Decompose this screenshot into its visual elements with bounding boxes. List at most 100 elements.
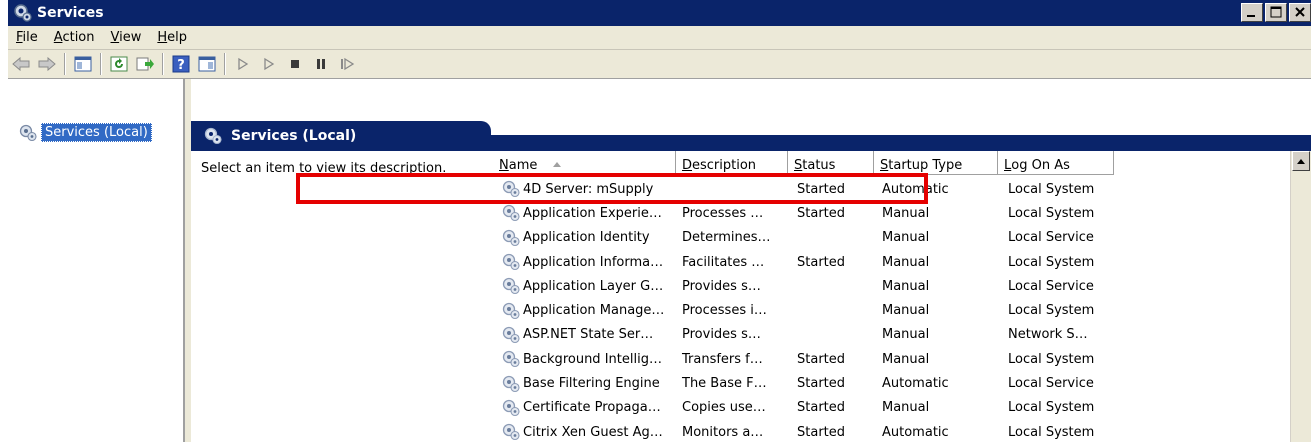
service-status-cell: Started: [797, 254, 846, 270]
column-header-status[interactable]: Status: [788, 151, 874, 175]
console-tree: Services (Local): [8, 79, 185, 442]
title-bar[interactable]: Services: [8, 0, 1311, 26]
properties-icon: [198, 56, 216, 72]
column-header-log-on-as[interactable]: Log On As: [998, 151, 1114, 175]
service-log-on-as-cell: Local System: [1008, 351, 1095, 367]
refresh-icon: [110, 56, 128, 72]
service-startup-type-cell: Manual: [882, 351, 930, 367]
service-gear-icon: [502, 229, 520, 246]
service-name-cell: Application Experie…: [493, 204, 676, 222]
service-status-cell: Started: [797, 205, 846, 221]
service-log-on-as-cell: Local System: [1008, 181, 1095, 197]
back-button[interactable]: [10, 53, 32, 75]
service-log-on-as-cell: Local System: [1008, 424, 1095, 440]
help-button[interactable]: ?: [170, 53, 192, 75]
service-startup-type-cell: Manual: [882, 230, 930, 246]
start-service-icon: [238, 57, 249, 71]
export-list-button[interactable]: [134, 53, 156, 75]
service-name: Application Informa…: [523, 254, 664, 270]
maximize-button[interactable]: [1265, 3, 1287, 22]
service-gear-icon: [502, 302, 520, 319]
service-row[interactable]: Base Filtering Engine The Base F… Started A…: [493, 371, 1293, 395]
start-service-alt-icon: [264, 57, 275, 71]
properties-button[interactable]: [196, 53, 218, 75]
column-header-startup-type[interactable]: Startup Type: [874, 151, 998, 175]
toolbar-separator: [100, 53, 102, 75]
header-band: [481, 135, 1311, 151]
toolbar-separator: [162, 53, 164, 75]
stop-service-button[interactable]: [284, 53, 306, 75]
back-icon: [12, 57, 30, 71]
menu-view[interactable]: View: [111, 30, 142, 45]
service-name-cell: Application Identity: [493, 229, 676, 247]
service-status-cell: Started: [797, 376, 846, 392]
service-name-cell: Certificate Propaga…: [493, 399, 676, 417]
service-name-cell: Base Filtering Engine: [493, 375, 676, 393]
services-gear-icon: [14, 4, 32, 22]
services-gear-icon: [19, 124, 37, 141]
service-status-cell: Started: [797, 400, 846, 416]
arrow-up-icon: [1297, 159, 1305, 164]
column-header-name[interactable]: Name: [493, 151, 676, 175]
service-row[interactable]: Application Identity Determines… Manual Loc…: [493, 226, 1293, 250]
service-description-cell: Processes …: [682, 205, 764, 221]
service-name: Application Manage…: [523, 303, 665, 319]
resume-service-icon: [341, 57, 355, 71]
service-gear-icon: [502, 205, 520, 222]
start-service-button[interactable]: [232, 53, 254, 75]
service-startup-type-cell: Manual: [882, 278, 930, 294]
service-row[interactable]: Certificate Propaga… Copies use… Started Ma…: [493, 396, 1293, 420]
refresh-button[interactable]: [108, 53, 130, 75]
service-description-cell: Provides s…: [682, 327, 761, 343]
service-description-cell: Transfers f…: [682, 351, 763, 367]
service-name: Citrix Xen Guest Ag…: [523, 424, 663, 440]
scroll-up-button[interactable]: [1292, 151, 1310, 171]
show-hide-console-tree-button[interactable]: [72, 53, 94, 75]
service-log-on-as-cell: Local Service: [1008, 278, 1094, 294]
service-name-cell: Application Informa…: [493, 253, 676, 271]
menu-help[interactable]: Help: [157, 30, 187, 45]
service-row[interactable]: ASP.NET State Ser… Provides s… Manual Netwo…: [493, 323, 1293, 347]
service-startup-type-cell: Manual: [882, 327, 930, 343]
service-gear-icon: [502, 326, 520, 343]
service-description-cell: Facilitates …: [682, 254, 765, 270]
close-button[interactable]: [1289, 3, 1311, 22]
service-gear-icon: [502, 375, 520, 392]
service-row[interactable]: Application Experie… Processes … Started Ma…: [493, 201, 1293, 225]
close-icon: [1295, 7, 1305, 17]
service-name: Certificate Propaga…: [523, 400, 661, 416]
stop-service-icon: [291, 60, 299, 68]
service-row[interactable]: Background Intellig… Transfers f… Started M…: [493, 347, 1293, 371]
pause-service-button[interactable]: [310, 53, 332, 75]
menu-action[interactable]: Action: [54, 30, 95, 45]
highlight-box: [296, 173, 928, 204]
menu-file[interactable]: File: [16, 30, 38, 45]
column-header-description[interactable]: Description: [676, 151, 788, 175]
service-name-cell: Citrix Xen Guest Ag…: [493, 423, 676, 441]
service-row[interactable]: Application Informa… Facilitates … Started…: [493, 250, 1293, 274]
service-gear-icon: [502, 399, 520, 416]
forward-icon: [38, 57, 56, 71]
minimize-button[interactable]: [1241, 3, 1263, 22]
tree-item-services-local[interactable]: Services (Local): [18, 123, 152, 142]
toolbar-separator: [224, 53, 226, 75]
vertical-scrollbar[interactable]: [1290, 151, 1311, 442]
start-service-alt-button[interactable]: [258, 53, 280, 75]
pause-service-icon: [317, 59, 325, 69]
menu-bar: File Action View Help: [8, 26, 1311, 50]
details-pane: Services (Local) Select an item to view …: [191, 79, 1311, 442]
service-log-on-as-cell: Local Service: [1008, 230, 1094, 246]
show-hide-console-tree-icon: [74, 56, 92, 72]
service-row[interactable]: Application Layer G… Provides s… Manual Loc…: [493, 274, 1293, 298]
service-name-cell: Application Manage…: [493, 302, 676, 320]
service-row[interactable]: Application Manage… Processes i… Manual Loc…: [493, 298, 1293, 322]
help-icon: ?: [172, 55, 190, 73]
service-status-cell: Started: [797, 351, 846, 367]
service-status-cell: Started: [797, 424, 846, 440]
export-list-icon: [136, 57, 154, 71]
service-row[interactable]: Citrix Xen Guest Ag… Monitors a… Started Au…: [493, 420, 1293, 444]
resume-service-button[interactable]: [336, 53, 358, 75]
service-log-on-as-cell: Network S…: [1008, 327, 1088, 343]
forward-button[interactable]: [36, 53, 58, 75]
service-name-cell: ASP.NET State Ser…: [493, 326, 676, 344]
